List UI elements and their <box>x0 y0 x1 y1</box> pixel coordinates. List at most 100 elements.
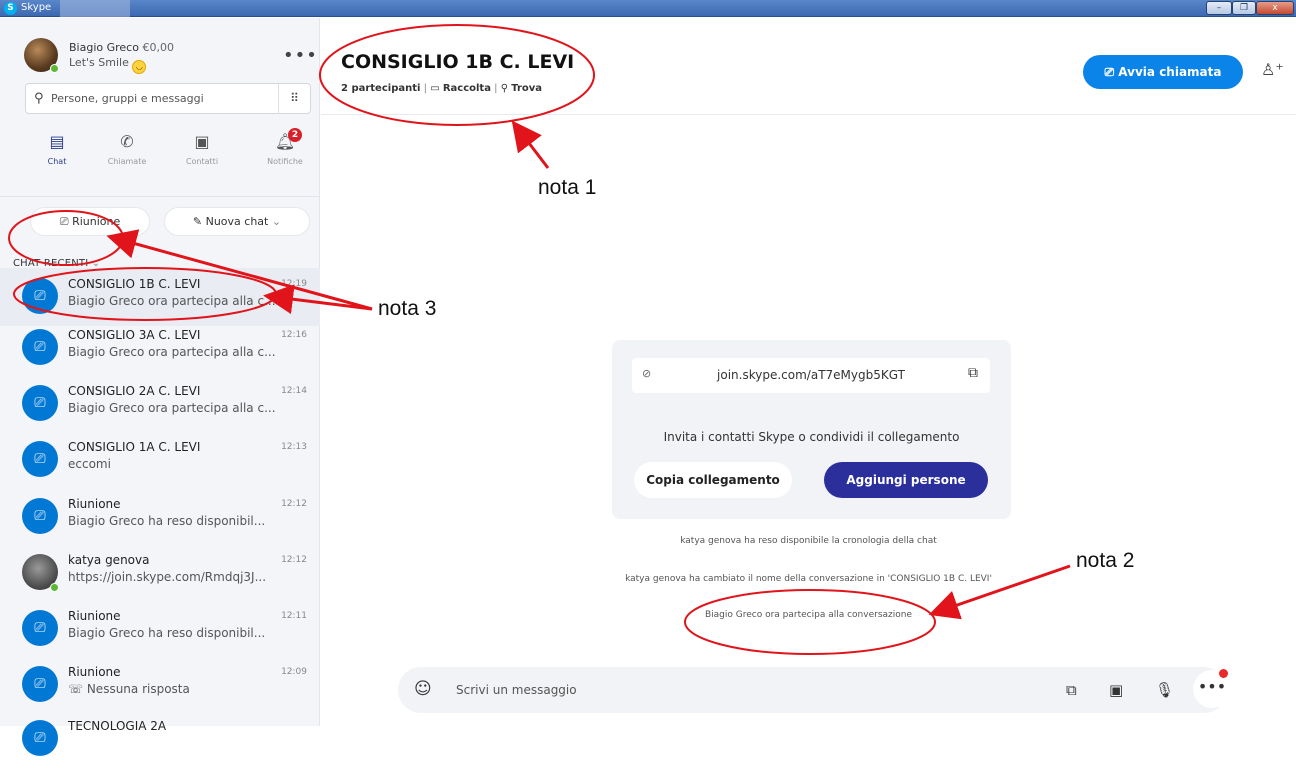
conversation-title[interactable]: CONSIGLIO 1B C. LEVI <box>341 51 574 73</box>
smiley-icon: ◡ <box>132 60 147 74</box>
chat-name: Riunione <box>68 497 121 511</box>
chevron-down-icon: ⌄ <box>271 215 282 228</box>
chat-preview: https://join.skype.com/Rmdqj3J... <box>68 570 267 584</box>
profile-name-line: Biagio Greco €0,00 <box>69 41 174 54</box>
maximize-button[interactable]: ❐ <box>1232 1 1256 15</box>
chat-icon: ▤ <box>49 132 65 151</box>
dialpad-icon[interactable]: ⠿ <box>278 84 310 113</box>
group-video-icon: ⎚ <box>22 278 58 314</box>
notification-dot <box>1219 669 1228 678</box>
taskbar-tab <box>60 0 130 17</box>
chat-time: 12:11 <box>281 611 307 621</box>
chat-list-item[interactable]: ⎚ CONSIGLIO 1A C. LEVI 12:13 eccomi <box>0 431 320 489</box>
copy-icon[interactable]: ⧉ <box>968 365 978 381</box>
skype-logo-icon: S <box>4 2 17 15</box>
meeting-button[interactable]: ⎚ Riunione <box>30 207 150 236</box>
bell-icon: 🔔︎ 2 <box>255 128 315 154</box>
chat-list-item[interactable]: katya genova 12:12 https://join.skype.co… <box>0 544 320 602</box>
annotation-note-3: nota 3 <box>378 297 437 320</box>
chat-list-item[interactable]: ⎚ Riunione 12:11 Biagio Greco ha reso di… <box>0 600 320 658</box>
group-video-icon: ⎚ <box>22 441 58 477</box>
online-status-icon <box>50 64 59 73</box>
message-input[interactable]: Scrivi un messaggio <box>456 683 577 697</box>
chat-time: 12:12 <box>281 555 307 565</box>
profile-mood-line: Let's Smile ◡ <box>69 56 147 74</box>
chat-list-item[interactable]: ⎚ CONSIGLIO 3A C. LEVI 12:16 Biagio Grec… <box>0 319 320 377</box>
profile-credit: €0,00 <box>142 41 174 54</box>
emoji-icon[interactable]: ☺ <box>414 679 432 699</box>
start-call-label: Avvia chiamata <box>1118 65 1222 79</box>
invite-text: Invita i contatti Skype o condividi il c… <box>663 430 960 444</box>
annotation-note-2: nota 2 <box>1076 549 1135 572</box>
contact-card-icon[interactable]: ▣ <box>1109 681 1123 699</box>
search-box[interactable]: ⚲ Persone, gruppi e messaggi ⠿ <box>25 83 311 114</box>
online-status-icon <box>50 583 59 592</box>
invite-link[interactable]: join.skype.com/aT7eMygb5KGT <box>632 368 990 382</box>
tab-notifications[interactable]: 🔔︎ 2 Notifiche <box>255 128 315 166</box>
chat-list-item[interactable]: ⎚ Riunione 12:12 Biagio Greco ha reso di… <box>0 488 320 546</box>
profile-mood: Let's Smile <box>69 56 129 69</box>
start-call-button[interactable]: ⎚ Avvia chiamata <box>1083 55 1243 89</box>
chat-preview: Biagio Greco ora partecipa alla c... <box>68 294 276 308</box>
chat-name: CONSIGLIO 3A C. LEVI <box>68 328 201 342</box>
tab-chat-label: Chat <box>47 157 67 166</box>
message-composer[interactable]: ☺ Scrivi un messaggio <box>398 667 1227 713</box>
tab-chat[interactable]: ▤ Chat <box>27 132 87 166</box>
chat-preview: eccomi <box>68 457 111 471</box>
tab-contacts[interactable]: ▣ Contatti <box>172 132 232 166</box>
chat-time: 12:13 <box>281 442 307 452</box>
find-link[interactable]: Trova <box>511 83 542 94</box>
media-gallery-icon[interactable]: ⧉ <box>1066 681 1077 699</box>
group-video-icon: ⎚ <box>22 385 58 421</box>
add-people-button[interactable]: Aggiungi persone <box>824 462 988 498</box>
chat-list-item[interactable]: ⎚ Riunione 12:09 ☏ Nessuna risposta <box>0 656 320 714</box>
sidebar: Biagio Greco €0,00 Let's Smile ◡ ••• ⚲ P… <box>0 18 320 756</box>
group-video-icon: ⎚ <box>22 666 58 702</box>
chat-preview: Biagio Greco ha reso disponibil... <box>68 514 266 528</box>
window-titlebar: S Skype – ❐ x <box>0 0 1296 17</box>
minimize-button[interactable]: – <box>1206 1 1232 15</box>
search-input[interactable]: Persone, gruppi e messaggi <box>51 92 204 105</box>
chat-name: katya genova <box>68 553 150 567</box>
gallery-link[interactable]: Raccolta <box>443 83 491 94</box>
contacts-icon: ▣ <box>194 132 210 151</box>
divider <box>0 196 320 197</box>
chat-list-item[interactable]: ⎚ CONSIGLIO 1B C. LEVI 12:19 Biagio Grec… <box>0 268 320 326</box>
video-icon: ⎚ <box>59 215 69 228</box>
profile-name: Biagio Greco <box>69 41 139 54</box>
new-chat-button[interactable]: ✎ Nuova chat ⌄ <box>164 207 310 236</box>
search-icon: ⚲ <box>34 91 44 106</box>
participants-link[interactable]: 2 partecipanti <box>341 83 420 94</box>
group-video-icon: ⎚ <box>22 610 58 646</box>
chat-time: 12:14 <box>281 386 307 396</box>
chat-preview: Biagio Greco ora partecipa alla c... <box>68 345 276 359</box>
chat-time: 12:12 <box>281 499 307 509</box>
tab-notifications-label: Notifiche <box>267 157 303 166</box>
invite-link-box[interactable]: ⊘ join.skype.com/aT7eMygb5KGT ⧉ <box>632 358 990 393</box>
chat-time: 12:16 <box>281 330 307 340</box>
phone-icon: ✆ <box>120 132 134 151</box>
microphone-icon[interactable]: 🎙︎ <box>1155 681 1174 699</box>
annotation-note-1: nota 1 <box>538 176 597 199</box>
more-options-button[interactable]: ••• <box>283 45 318 66</box>
tab-calls[interactable]: ✆ Chiamate <box>97 132 157 166</box>
conversation-meta: 2 partecipanti | ▭ Raccolta | ⚲ Trova <box>341 83 543 94</box>
video-icon: ⎚ <box>1104 65 1115 79</box>
system-message: katya genova ha reso disponibile la cron… <box>680 536 937 546</box>
gallery-icon: ▭ <box>430 83 440 94</box>
new-chat-button-label: Nuova chat <box>205 215 269 228</box>
chat-list-item[interactable]: ⎚ TECNOLOGIA 2A <box>0 710 320 768</box>
chat-preview: Biagio Greco ora partecipa alla c... <box>68 401 276 415</box>
meeting-button-label: Riunione <box>72 215 121 228</box>
add-person-icon[interactable]: ♙⁺ <box>1261 60 1284 79</box>
chat-name: Riunione <box>68 665 121 679</box>
chat-list-item[interactable]: ⎚ CONSIGLIO 2A C. LEVI 12:14 Biagio Grec… <box>0 375 320 433</box>
group-video-icon: ⎚ <box>22 329 58 365</box>
close-button[interactable]: x <box>1256 1 1294 15</box>
chat-name: Riunione <box>68 609 121 623</box>
tab-calls-label: Chiamate <box>107 157 147 166</box>
window-title: Skype <box>21 2 52 13</box>
system-message: katya genova ha cambiato il nome della c… <box>625 574 992 584</box>
copy-link-button[interactable]: Copia collegamento <box>634 462 792 498</box>
search-icon: ⚲ <box>500 83 509 94</box>
